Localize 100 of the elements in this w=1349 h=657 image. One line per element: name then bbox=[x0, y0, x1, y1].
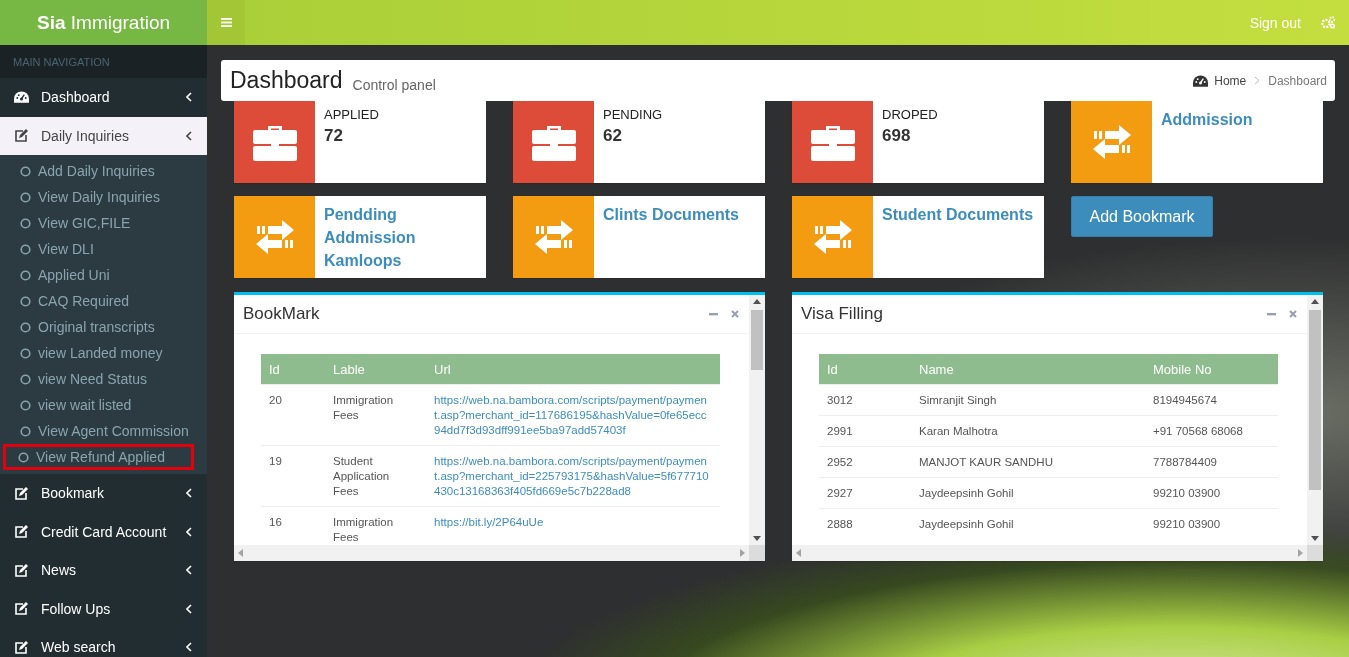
edit-icon bbox=[14, 129, 28, 143]
scroll-left-arrow-icon[interactable] bbox=[796, 549, 801, 557]
circle-icon bbox=[20, 243, 31, 255]
table-cell: Simranjit Singh bbox=[911, 384, 1145, 416]
submenu-item[interactable]: view Landed money bbox=[2, 340, 205, 366]
nav-item[interactable]: Web search bbox=[0, 628, 207, 657]
link-card[interactable]: Pendding Addmission Kamloops bbox=[234, 196, 486, 278]
url-link[interactable]: https://web.na.bambora.com/scripts/payment/payment.asp?merchant_id=225793175&hashValue=5f677710430c13168363f405fd669e5c7b228ad8 bbox=[426, 445, 720, 507]
submenu-item[interactable]: View Agent Commission bbox=[2, 418, 205, 444]
scrollbar-thumb[interactable] bbox=[1309, 310, 1321, 490]
edit-icon bbox=[14, 640, 28, 654]
stat-value: 72 bbox=[324, 126, 344, 146]
edit-icon bbox=[14, 525, 28, 539]
card-title-link[interactable]: Pendding Addmission Kamloops bbox=[324, 202, 477, 272]
page-title: Dashboard bbox=[230, 67, 343, 94]
edit-icon bbox=[14, 486, 28, 500]
submenu-item[interactable]: view wait listed bbox=[2, 392, 205, 418]
stat-label: DROPED bbox=[882, 107, 938, 122]
table-cell: MANJOT KAUR SANDHU bbox=[911, 446, 1145, 478]
submenu-item[interactable]: View Refund Applied bbox=[3, 444, 194, 470]
stat-value: 698 bbox=[882, 126, 912, 146]
table-cell: Immigration Fees bbox=[325, 384, 426, 446]
link-card[interactable]: Clints Documents bbox=[513, 196, 765, 278]
add-bookmark-button[interactable]: Add Bookmark bbox=[1071, 196, 1213, 237]
panel-title: Visa Filling bbox=[801, 304, 884, 324]
nav-item[interactable]: Follow Ups bbox=[0, 589, 207, 628]
submenu-item[interactable]: View GIC,FILE bbox=[2, 210, 205, 236]
column-header: Mobile No bbox=[1145, 354, 1278, 385]
card-title-link[interactable]: Addmission bbox=[1161, 107, 1253, 131]
circle-icon bbox=[20, 295, 31, 307]
nav-item[interactable]: Bookmark bbox=[0, 474, 207, 513]
table-cell: 2888 bbox=[819, 508, 911, 539]
settings-icon[interactable] bbox=[1321, 16, 1336, 29]
menu-toggle-button[interactable] bbox=[207, 0, 245, 45]
table-cell: 2952 bbox=[819, 446, 911, 478]
stat-label: PENDING bbox=[603, 107, 663, 122]
card-title-link[interactable]: Clints Documents bbox=[603, 202, 739, 226]
breadcrumb-link[interactable]: Home bbox=[1214, 73, 1247, 88]
scroll-right-arrow-icon[interactable] bbox=[740, 549, 745, 557]
menu-icon[interactable] bbox=[220, 18, 232, 27]
circle-icon bbox=[20, 191, 31, 203]
horizontal-scrollbar[interactable] bbox=[792, 545, 1307, 561]
nav-item[interactable]: Credit Card Account bbox=[0, 512, 207, 551]
submenu-item[interactable]: Original transcripts bbox=[2, 314, 205, 340]
nav-item[interactable]: Daily Inquiries bbox=[0, 116, 207, 155]
vertical-scrollbar[interactable] bbox=[749, 295, 765, 545]
stat-label: APPLIED bbox=[324, 107, 379, 122]
scroll-down-arrow-icon[interactable] bbox=[753, 536, 761, 541]
scroll-left-arrow-icon[interactable] bbox=[238, 549, 243, 557]
circle-icon bbox=[20, 269, 31, 281]
table-cell: Jaydeepsinh Gohil bbox=[911, 508, 1145, 539]
minimize-icon[interactable] bbox=[709, 312, 718, 316]
circle-icon bbox=[20, 399, 31, 411]
submenu-item[interactable]: View Daily Inquiries bbox=[2, 184, 205, 210]
breadcrumb-separator-icon bbox=[1254, 76, 1261, 85]
circle-icon bbox=[18, 451, 29, 463]
dashboard-gauge-icon bbox=[14, 91, 29, 104]
card-title-link[interactable]: Student Documents bbox=[882, 202, 1034, 226]
nav-section-header: MAIN NAVIGATION bbox=[0, 45, 207, 78]
scrollbar-corner bbox=[1307, 545, 1323, 561]
link-card[interactable]: Student Documents bbox=[792, 196, 1044, 278]
url-link[interactable]: https://web.na.bambora.com/scripts/payment/payment.asp?merchant_id=117686195&hashValue=0fe65ecc94dd7f3d93dff991ee5ba97add57403f bbox=[426, 384, 720, 446]
table-cell: Jaydeepsinh Gohil bbox=[911, 477, 1145, 509]
submenu-item[interactable]: view Need Status bbox=[2, 366, 205, 392]
stat-value: 62 bbox=[603, 126, 623, 146]
circle-icon bbox=[20, 373, 31, 385]
table-cell: Karan Malhotra bbox=[911, 415, 1145, 447]
close-icon[interactable] bbox=[1289, 310, 1297, 318]
circle-icon bbox=[20, 165, 31, 177]
table-cell: 19 bbox=[261, 445, 325, 507]
chevron-left-icon[interactable] bbox=[186, 130, 192, 141]
circle-icon bbox=[20, 347, 31, 359]
nav-item[interactable]: News bbox=[0, 551, 207, 590]
submenu-item[interactable]: Applied Uni bbox=[2, 262, 205, 288]
vertical-scrollbar[interactable] bbox=[1307, 295, 1323, 545]
column-header: Lable bbox=[325, 354, 426, 385]
scroll-right-arrow-icon[interactable] bbox=[1298, 549, 1303, 557]
link-card[interactable]: Addmission bbox=[1071, 101, 1323, 183]
edit-icon bbox=[14, 602, 28, 616]
circle-icon bbox=[20, 217, 31, 229]
scroll-down-arrow-icon[interactable] bbox=[1311, 536, 1319, 541]
close-icon[interactable] bbox=[731, 310, 739, 318]
submenu-item[interactable]: CAQ Required bbox=[2, 288, 205, 314]
scroll-up-arrow-icon[interactable] bbox=[1311, 299, 1319, 304]
circle-icon bbox=[20, 321, 31, 333]
breadcrumb-link[interactable]: Dashboard bbox=[1268, 73, 1327, 88]
briefcase-icon bbox=[252, 123, 297, 161]
table-cell: Student Application Fees bbox=[325, 445, 426, 507]
submenu-item[interactable]: Add Daily Inquiries bbox=[2, 158, 205, 184]
submenu-item[interactable]: View DLI bbox=[2, 236, 205, 262]
scrollbar-thumb[interactable] bbox=[751, 310, 763, 370]
nav-item[interactable]: Dashboard bbox=[0, 78, 207, 117]
minimize-icon[interactable] bbox=[1267, 312, 1276, 316]
table-cell: 99210 03900 bbox=[1145, 508, 1278, 539]
horizontal-scrollbar[interactable] bbox=[234, 545, 749, 561]
table-cell: 20 bbox=[261, 384, 325, 446]
column-header: Id bbox=[819, 354, 911, 385]
column-header: Id bbox=[261, 354, 325, 385]
panel-title: BookMark bbox=[243, 304, 321, 324]
scroll-up-arrow-icon[interactable] bbox=[753, 299, 761, 304]
